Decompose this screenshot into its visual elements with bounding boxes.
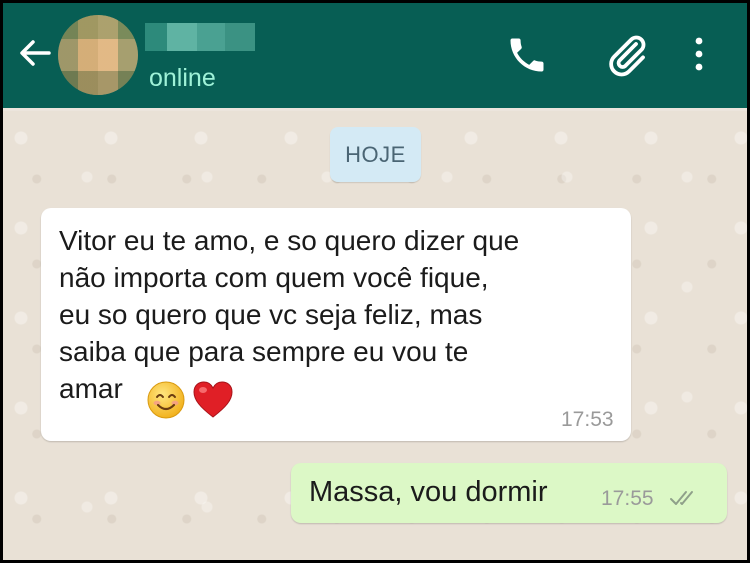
message-text: Massa, vou dormir: [309, 476, 548, 508]
red-heart-emoji-icon: [192, 380, 234, 425]
message-line: amar: [59, 373, 123, 404]
chat-screen: online HOJE Vitor eu te amo, e so quero: [3, 3, 747, 560]
double-check-icon: [669, 489, 701, 507]
paperclip-icon[interactable]: [603, 31, 651, 79]
more-options-icon[interactable]: [689, 33, 709, 77]
contact-status: online: [149, 64, 216, 92]
date-separator: HOJE: [330, 127, 421, 182]
message-emojis: [146, 380, 234, 424]
message-timestamp: 17:55: [601, 487, 654, 510]
message-text: Vitor eu te amo, e so quero dizer que nã…: [59, 222, 619, 407]
phone-icon[interactable]: [505, 33, 549, 77]
incoming-message-bubble[interactable]: Vitor eu te amo, e so quero dizer que nã…: [41, 208, 631, 441]
message-timestamp: 17:53: [561, 408, 614, 431]
chat-header: online: [3, 3, 747, 108]
contact-avatar-blurred[interactable]: [58, 15, 138, 95]
smiling-face-emoji-icon: [146, 380, 186, 425]
outgoing-message-bubble[interactable]: Massa, vou dormir 17:55: [291, 463, 727, 523]
contact-name-blurred[interactable]: [145, 23, 255, 51]
message-line: Vitor eu te amo, e so quero dizer que: [59, 225, 520, 256]
back-arrow-icon[interactable]: [15, 33, 55, 73]
message-line: eu so quero que vc seja feliz, mas: [59, 299, 483, 330]
message-line: saiba que para sempre eu vou te: [59, 336, 469, 367]
message-line: não importa com quem você fique,: [59, 262, 489, 293]
